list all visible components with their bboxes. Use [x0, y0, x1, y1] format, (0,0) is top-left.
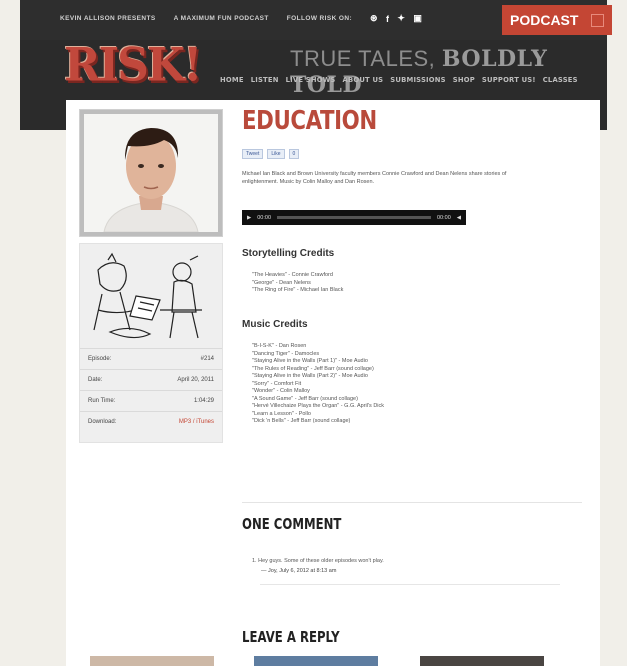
thumbnail-image[interactable]	[90, 656, 214, 666]
meta-value: 1:04:29	[193, 398, 214, 404]
maxfun-link[interactable]: A MAXIMUM FUN PODCAST	[174, 15, 269, 22]
episode-sidebar: Episode: #214 Date: April 20, 2011 Run T…	[79, 243, 223, 443]
tagline-light: TRUE TALES,	[290, 46, 436, 71]
illustration-image	[93, 252, 202, 339]
podcast-button[interactable]: PODCAST	[502, 5, 612, 35]
episode-description: Michael Ian Black and Brown University f…	[242, 171, 507, 185]
podcast-menu-icon	[591, 14, 604, 27]
episode-meta: Episode: #214 Date: April 20, 2011 Run T…	[80, 348, 222, 432]
main-content: Episode: #214 Date: April 20, 2011 Run T…	[66, 100, 600, 666]
time-end: 00:00	[437, 214, 451, 221]
meta-label: Download:	[88, 419, 117, 425]
list-item: "Learn a Lesson" - Pollo	[252, 410, 311, 417]
site-logo[interactable]: RISK!	[64, 39, 202, 93]
list-item: "Dancing Tiger" - Damocles	[252, 350, 320, 357]
youtube-icon[interactable]: ▣	[413, 13, 422, 24]
guest-photo	[79, 109, 223, 237]
section-divider	[242, 502, 582, 503]
list-item: "B-I-S-K" - Dan Rosen	[252, 343, 307, 349]
facebook-icon[interactable]: f	[386, 14, 389, 24]
follow-label: FOLLOW RISK ON:	[286, 15, 353, 22]
list-item: "Hervé Villechaize Plays the Organ" - G.…	[252, 403, 385, 409]
list-item: "The Rules of Reading" - Jeff Barr (soun…	[252, 365, 374, 372]
tagline: TRUE TALES, BOLDLY TOLD	[290, 46, 607, 98]
comment-item: 1. Hey guys. Some of these older episode…	[252, 556, 384, 576]
share-buttons: Tweet Like 0	[242, 149, 300, 159]
play-icon[interactable]: ▶	[247, 215, 251, 221]
meta-value: April 20, 2011	[177, 377, 214, 383]
list-item: "Wonder" - Colin Malloy	[252, 388, 310, 394]
nav-live-shows[interactable]: LIVE SHOWS	[286, 76, 336, 84]
meta-label: Date:	[88, 377, 103, 383]
nav-home[interactable]: HOME	[220, 76, 244, 84]
music-list: "B-I-S-K" - Dan Rosen "Dancing Tiger" - …	[252, 343, 384, 426]
main-nav: HOME LISTEN LIVE SHOWS ABOUT US SUBMISSI…	[220, 76, 578, 84]
podcast-label: PODCAST	[510, 12, 579, 28]
list-item: "The Heavies" - Connie Crawford	[252, 272, 333, 278]
list-item: "Dick 'n Bells" - Jeff Barr (sound colla…	[252, 418, 351, 424]
comment-author: — Joy, July 6, 2012 at 8:13 am	[261, 568, 337, 574]
seek-bar[interactable]	[277, 216, 431, 219]
storytelling-heading: Storytelling Credits	[242, 248, 335, 259]
presenter-link[interactable]: KEVIN ALLISON PRESENTS	[60, 15, 156, 22]
episode-title: EDUCATION	[242, 106, 377, 136]
top-links: KEVIN ALLISON PRESENTS A MAXIMUM FUN POD…	[60, 13, 422, 24]
related-thumbnails	[22, 656, 582, 666]
tweet-button[interactable]: Tweet	[242, 149, 264, 159]
meta-value: #214	[200, 356, 214, 362]
social-icons: ⊛ f ✦ ▣	[370, 13, 422, 24]
comments-heading: ONE COMMENT	[242, 515, 342, 533]
music-heading: Music Credits	[242, 319, 308, 330]
twitter-icon[interactable]: ✦	[397, 13, 405, 24]
nav-submissions[interactable]: SUBMISSIONS	[390, 76, 445, 84]
volume-icon[interactable]: ◀	[457, 215, 461, 221]
rss-icon[interactable]: ⊛	[370, 13, 378, 24]
comment-text: Hey guys. Some of these older episodes w…	[258, 558, 384, 564]
nav-about-us[interactable]: ABOUT US	[343, 76, 384, 84]
list-item: "Staying Alive in the Walls (Part 1)" - …	[252, 358, 368, 364]
top-bar: KEVIN ALLISON PRESENTS A MAXIMUM FUN POD…	[20, 0, 612, 40]
comment-number: 1.	[252, 558, 257, 564]
meta-row-runtime: Run Time: 1:04:29	[80, 390, 222, 411]
like-button[interactable]: Like	[267, 149, 285, 159]
meta-row-date: Date: April 20, 2011	[80, 369, 222, 390]
guest-portrait-image	[84, 114, 218, 232]
list-item: "The Ring of Fire" - Michael Ian Black	[252, 287, 344, 293]
meta-label: Run Time:	[88, 398, 116, 404]
nav-support-us[interactable]: SUPPORT US!	[482, 76, 536, 84]
thumbnail-image[interactable]	[254, 656, 378, 666]
thumbnail-image[interactable]	[420, 656, 544, 666]
nav-shop[interactable]: SHOP	[453, 76, 475, 84]
like-count: 0	[288, 149, 300, 159]
meta-label: Episode:	[88, 356, 112, 362]
download-link[interactable]: MP3 / iTunes	[179, 419, 214, 425]
list-item: "A Sound Game" - Jeff Barr (sound collag…	[252, 395, 358, 402]
list-item: "George" - Dean Nelens	[252, 279, 311, 286]
meta-row-episode: Episode: #214	[80, 348, 222, 369]
audio-player[interactable]: ▶ 00:00 00:00 ◀	[242, 210, 466, 225]
comment-divider	[260, 584, 560, 585]
nav-classes[interactable]: CLASSES	[543, 76, 578, 84]
nav-listen[interactable]: LISTEN	[251, 76, 279, 84]
list-item: "Sorry" - Comfort Fit	[252, 380, 302, 387]
time-start: 00:00	[257, 214, 271, 221]
reply-heading: LEAVE A REPLY	[242, 628, 340, 646]
list-item: "Staying Alive in the Walls (Part 2)" - …	[252, 373, 368, 379]
meta-row-download: Download: MP3 / iTunes	[80, 411, 222, 432]
storytelling-list: "The Heavies" - Connie Crawford "George"…	[252, 272, 343, 295]
